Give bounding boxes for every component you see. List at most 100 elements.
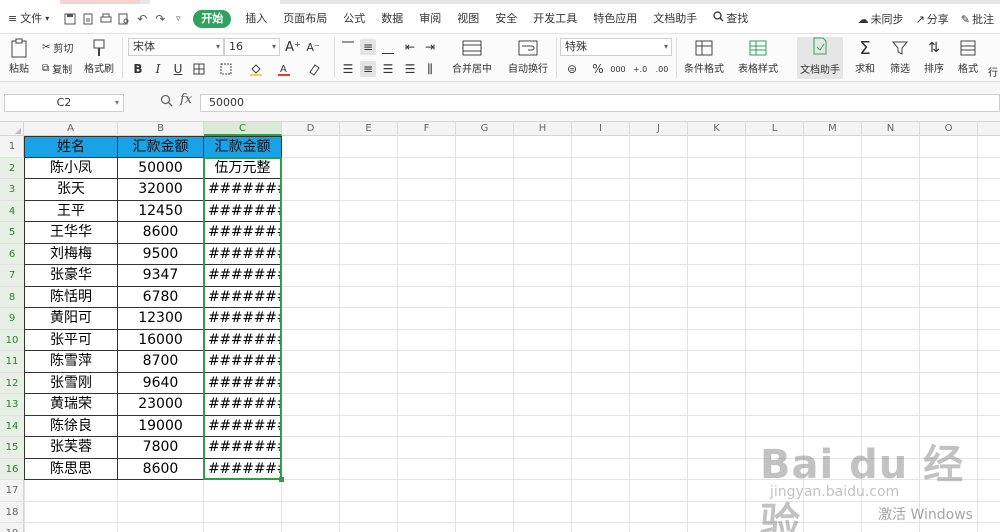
column-header-g[interactable]: G (456, 122, 514, 136)
number-format-select[interactable]: 特殊 ▾ (560, 38, 672, 56)
table-header-cell[interactable]: 姓名 (24, 136, 118, 158)
export-pdf-icon[interactable] (79, 10, 97, 28)
indent-increase-icon[interactable]: ⇥ (422, 39, 438, 55)
row-header-16[interactable]: 16 (0, 458, 24, 480)
row-header-2[interactable]: 2 (0, 157, 24, 179)
undo-icon[interactable]: ↶ (133, 10, 151, 28)
column-header-e[interactable]: E (340, 122, 398, 136)
name-cell[interactable]: 张天 (24, 179, 118, 201)
amount-cell[interactable]: 8600 (118, 458, 204, 480)
column-header-m[interactable]: M (804, 122, 862, 136)
justify-icon[interactable]: ☰ (402, 61, 418, 77)
format-painter-button[interactable]: 格式刷 (84, 36, 114, 75)
amount-cell[interactable]: 9347 (118, 265, 204, 287)
distributed-align-icon[interactable]: ⫼ (422, 61, 438, 77)
name-cell[interactable]: 陈小凤 (24, 157, 118, 179)
name-cell[interactable]: 王平 (24, 200, 118, 222)
amount-cell[interactable]: 50000 (118, 157, 204, 179)
conditional-format-button[interactable]: 条件格式 (684, 36, 724, 75)
merge-center-button[interactable]: 合并居中 (452, 36, 492, 75)
amount-cell[interactable]: 19000 (118, 415, 204, 437)
save-icon[interactable] (61, 10, 79, 28)
column-header-p[interactable]: P (978, 122, 1000, 136)
row-header-10[interactable]: 10 (0, 329, 24, 351)
tab-doc-assistant[interactable]: 文档助手 (645, 4, 705, 34)
row-header-19[interactable]: 19 (0, 523, 24, 532)
tab-security[interactable]: 安全 (487, 4, 525, 34)
sync-status[interactable]: ☁ 未同步 (852, 11, 910, 27)
amount-text-cell[interactable]: ######## (204, 222, 282, 244)
row-header-15[interactable]: 15 (0, 437, 24, 459)
file-menu[interactable]: ≡ 文件 ▾ (0, 4, 57, 34)
decrease-font-icon[interactable]: A⁻ (305, 39, 321, 55)
align-top-icon[interactable]: ⎺ (340, 39, 356, 55)
column-header-o[interactable]: O (920, 122, 978, 136)
indent-decrease-icon[interactable]: ⇤ (402, 39, 418, 55)
font-size-select[interactable]: 16 ▾ (224, 38, 280, 56)
amount-text-cell[interactable]: ######## (204, 243, 282, 265)
row-col-button[interactable]: 行 (988, 64, 998, 79)
tab-insert[interactable]: 插入 (237, 4, 275, 34)
thousands-separator-icon[interactable]: 000 (610, 61, 626, 77)
font-color-icon[interactable]: A (276, 61, 292, 77)
insert-function-icon[interactable]: fx (180, 92, 192, 107)
percent-icon[interactable]: % (590, 61, 606, 77)
amount-text-cell[interactable]: ######## (204, 286, 282, 308)
amount-cell[interactable]: 9500 (118, 243, 204, 265)
amount-cell[interactable]: 32000 (118, 179, 204, 201)
column-header-k[interactable]: K (688, 122, 746, 136)
filter-button[interactable]: 筛选 (887, 36, 913, 75)
column-header-l[interactable]: L (746, 122, 804, 136)
row-header-9[interactable]: 9 (0, 308, 24, 330)
align-bottom-icon[interactable]: ⎽ (380, 39, 396, 55)
name-cell[interactable]: 陈雪萍 (24, 351, 118, 373)
tab-formulas[interactable]: 公式 (335, 4, 373, 34)
clear-format-icon[interactable] (306, 61, 322, 77)
name-box[interactable]: C2 ▾ (4, 94, 124, 112)
fill-color-icon[interactable] (248, 61, 264, 77)
row-header-13[interactable]: 13 (0, 394, 24, 416)
name-cell[interactable]: 张芙蓉 (24, 437, 118, 459)
select-all-corner[interactable] (0, 122, 24, 136)
name-cell[interactable]: 陈恬明 (24, 286, 118, 308)
tab-page-layout[interactable]: 页面布局 (275, 4, 335, 34)
amount-text-cell[interactable]: ######## (204, 351, 282, 373)
name-cell[interactable]: 张雪刚 (24, 372, 118, 394)
table-header-cell[interactable]: 汇款金额 (118, 136, 204, 158)
column-header-j[interactable]: J (630, 122, 688, 136)
copy-button[interactable]: ⧉ 复制 (42, 61, 72, 76)
row-header-8[interactable]: 8 (0, 286, 24, 308)
amount-text-cell[interactable]: ######## (204, 200, 282, 222)
increase-font-icon[interactable]: A⁺ (285, 39, 301, 55)
amount-text-cell[interactable]: ######## (204, 437, 282, 459)
customize-toolbar-icon[interactable]: ▿ (169, 10, 187, 28)
name-cell[interactable]: 陈思思 (24, 458, 118, 480)
redo-icon[interactable]: ↷ (151, 10, 169, 28)
name-cell[interactable]: 张平可 (24, 329, 118, 351)
format-button[interactable]: 格式 (955, 36, 981, 75)
paste-button[interactable]: 粘贴 (6, 36, 32, 75)
row-header-4[interactable]: 4 (0, 200, 24, 222)
amount-text-cell[interactable]: ######## (204, 179, 282, 201)
amount-cell[interactable]: 12300 (118, 308, 204, 330)
row-header-14[interactable]: 14 (0, 415, 24, 437)
bold-icon[interactable]: B (130, 61, 146, 77)
amount-text-cell[interactable]: ######## (204, 415, 282, 437)
underline-icon[interactable]: U (170, 61, 186, 77)
amount-cell[interactable]: 8600 (118, 222, 204, 244)
align-middle-icon[interactable]: ≡ (360, 39, 376, 55)
borders-icon[interactable] (191, 61, 207, 77)
amount-text-cell[interactable]: ######## (204, 458, 282, 480)
column-header-h[interactable]: H (514, 122, 572, 136)
amount-cell[interactable]: 7800 (118, 437, 204, 459)
table-header-cell[interactable]: 汇款金额 (204, 136, 282, 158)
row-header-11[interactable]: 11 (0, 351, 24, 373)
print-icon[interactable] (97, 10, 115, 28)
row-header-1[interactable]: 1 (0, 136, 24, 158)
fill-handle[interactable] (279, 477, 284, 482)
row-header-3[interactable]: 3 (0, 179, 24, 201)
column-header-d[interactable]: D (282, 122, 340, 136)
share-button[interactable]: ↗ 分享 (910, 11, 955, 27)
tab-view[interactable]: 视图 (449, 4, 487, 34)
column-header-a[interactable]: A (24, 122, 118, 136)
